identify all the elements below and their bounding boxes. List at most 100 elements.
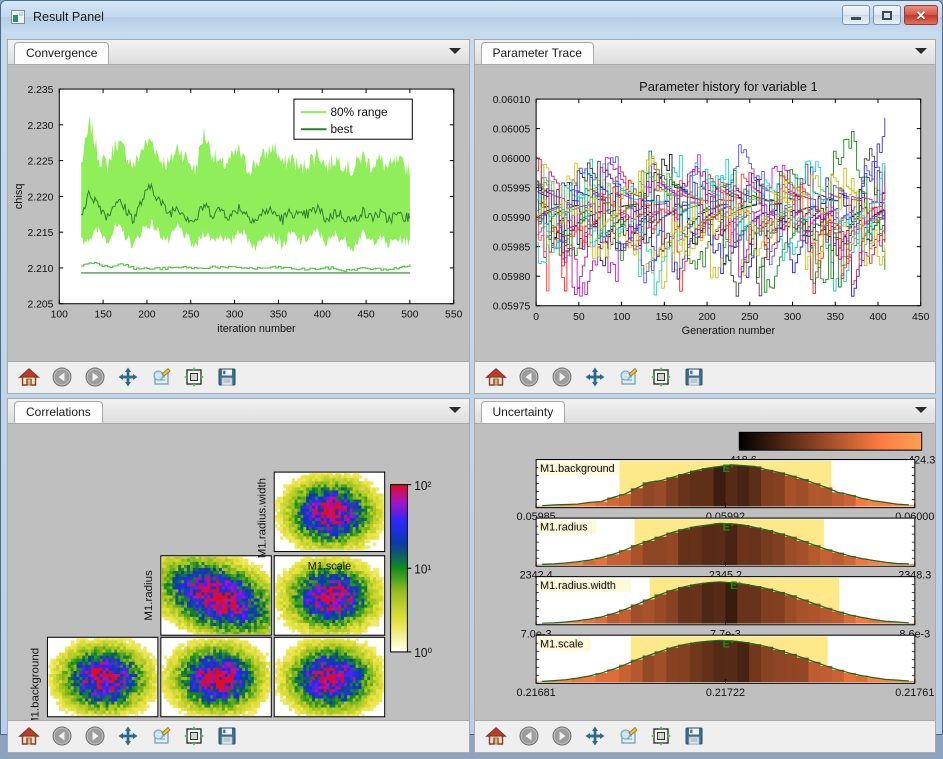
save-floppy-icon[interactable] [216, 366, 238, 388]
result-panel-window: Result Panel ✕ Convergence 2.2052.2102.2… [0, 0, 943, 735]
svg-text:2.215: 2.215 [27, 228, 53, 239]
svg-text:best: best [330, 122, 353, 136]
tab-uncertainty[interactable]: Uncertainty [481, 401, 566, 424]
correlations-toolbar [7, 721, 470, 753]
window-controls: ✕ [842, 5, 938, 25]
save-floppy-icon[interactable] [216, 725, 238, 747]
tab-convergence[interactable]: Convergence [14, 42, 109, 65]
parameter-trace-toolbar [474, 362, 937, 394]
svg-text:Generation number: Generation number [681, 325, 775, 337]
correlations-tab-bar: Correlations [7, 398, 470, 423]
convergence-plot: 2.2052.2102.2152.2202.2252.2302.23510015… [8, 65, 469, 361]
pan-move-icon[interactable] [117, 366, 139, 388]
svg-text:250: 250 [741, 312, 758, 323]
zoom-rect-icon[interactable] [150, 366, 172, 388]
svg-text:350: 350 [270, 310, 287, 321]
svg-text:2.235: 2.235 [27, 85, 53, 96]
home-icon[interactable] [485, 366, 507, 388]
svg-text:0.06000: 0.06000 [492, 154, 530, 165]
svg-text:300: 300 [226, 310, 243, 321]
forward-arrow-icon[interactable] [84, 366, 106, 388]
window-title: Result Panel [33, 10, 104, 24]
svg-text:100: 100 [612, 312, 629, 323]
configure-subplots-icon[interactable] [650, 725, 672, 747]
chevron-down-icon[interactable] [915, 48, 927, 54]
back-arrow-icon[interactable] [51, 725, 73, 747]
convergence-pane: Convergence 2.2052.2102.2152.2202.2252.2… [5, 37, 472, 396]
pan-move-icon[interactable] [117, 725, 139, 747]
svg-text:0.05980: 0.05980 [492, 272, 530, 283]
tab-correlations[interactable]: Correlations [14, 401, 103, 424]
close-button[interactable]: ✕ [904, 5, 938, 25]
forward-arrow-icon[interactable] [84, 725, 106, 747]
back-arrow-icon[interactable] [518, 725, 540, 747]
zoom-rect-icon[interactable] [617, 366, 639, 388]
configure-subplots-icon[interactable] [183, 725, 205, 747]
parameter-trace-tab-bar: Parameter Trace [474, 39, 937, 64]
svg-text:400: 400 [869, 312, 886, 323]
parameter-trace-canvas[interactable]: Parameter history for variable 1 0.05975 0… [474, 64, 937, 362]
svg-text:Parameter history for variable: Parameter history for variable 1 [639, 79, 818, 94]
maximize-icon [882, 11, 892, 20]
back-arrow-icon[interactable] [518, 366, 540, 388]
configure-subplots-icon[interactable] [650, 366, 672, 388]
chevron-down-icon[interactable] [915, 407, 927, 413]
correlations-plot: M1.radius.widthM1.radiusM1.backgroundM1.… [8, 424, 469, 720]
svg-text:2.210: 2.210 [27, 264, 53, 275]
forward-arrow-icon[interactable] [551, 366, 573, 388]
svg-text:80% range: 80% range [330, 105, 388, 119]
home-icon[interactable] [485, 725, 507, 747]
parameter-trace-plot: Parameter history for variable 1 0.05975 0… [475, 65, 936, 361]
correlations-canvas[interactable]: M1.radius.widthM1.radiusM1.backgroundM1.… [7, 423, 470, 721]
svg-text:150: 150 [94, 310, 111, 321]
maximize-button[interactable] [873, 5, 901, 25]
zoom-rect-icon[interactable] [150, 725, 172, 747]
svg-text:450: 450 [912, 312, 929, 323]
svg-text:450: 450 [357, 310, 374, 321]
save-floppy-icon[interactable] [683, 366, 705, 388]
svg-text:250: 250 [182, 310, 199, 321]
title-bar: Result Panel ✕ [1, 1, 942, 33]
uncertainty-tab-bar: Uncertainty [474, 398, 937, 423]
save-floppy-icon[interactable] [683, 725, 705, 747]
svg-text:0.05985: 0.05985 [492, 243, 530, 254]
svg-text:200: 200 [698, 312, 715, 323]
svg-text:0.06005: 0.06005 [492, 125, 530, 136]
svg-text:200: 200 [138, 310, 155, 321]
pan-move-icon[interactable] [584, 366, 606, 388]
svg-text:2.220: 2.220 [27, 192, 53, 203]
pan-move-icon[interactable] [584, 725, 606, 747]
home-icon[interactable] [18, 366, 40, 388]
svg-text:2.225: 2.225 [27, 157, 53, 168]
svg-text:0.05990: 0.05990 [492, 213, 530, 224]
convergence-canvas[interactable]: 2.2052.2102.2152.2202.2252.2302.23510015… [7, 64, 470, 362]
zoom-rect-icon[interactable] [617, 725, 639, 747]
close-icon: ✕ [916, 9, 927, 22]
parameter-trace-pane: Parameter Trace Parameter history for va… [472, 37, 939, 396]
svg-text:0.05975: 0.05975 [492, 302, 530, 313]
home-icon[interactable] [18, 725, 40, 747]
svg-text:50: 50 [573, 312, 585, 323]
uncertainty-toolbar [474, 721, 937, 753]
application-icon [11, 10, 25, 24]
svg-text:2.230: 2.230 [27, 121, 53, 132]
convergence-tab-bar: Convergence [7, 39, 470, 64]
forward-arrow-icon[interactable] [551, 725, 573, 747]
svg-text:550: 550 [445, 310, 462, 321]
convergence-toolbar [7, 362, 470, 394]
svg-text:350: 350 [826, 312, 843, 323]
configure-subplots-icon[interactable] [183, 366, 205, 388]
minimize-button[interactable] [842, 5, 870, 25]
chevron-down-icon[interactable] [449, 48, 461, 54]
svg-text:500: 500 [401, 310, 418, 321]
uncertainty-canvas[interactable]: 418.6424.3E*M1.background0.059850.059920… [474, 423, 937, 721]
back-arrow-icon[interactable] [51, 366, 73, 388]
svg-text:chisq: chisq [13, 184, 25, 210]
minimize-icon [851, 17, 861, 20]
svg-text:iteration number: iteration number [217, 323, 296, 335]
svg-text:300: 300 [783, 312, 800, 323]
svg-text:0.05995: 0.05995 [492, 184, 530, 195]
uncertainty-plot: 418.6424.3E*M1.background0.059850.059920… [475, 424, 936, 720]
chevron-down-icon[interactable] [449, 407, 461, 413]
tab-parameter-trace[interactable]: Parameter Trace [481, 42, 594, 65]
